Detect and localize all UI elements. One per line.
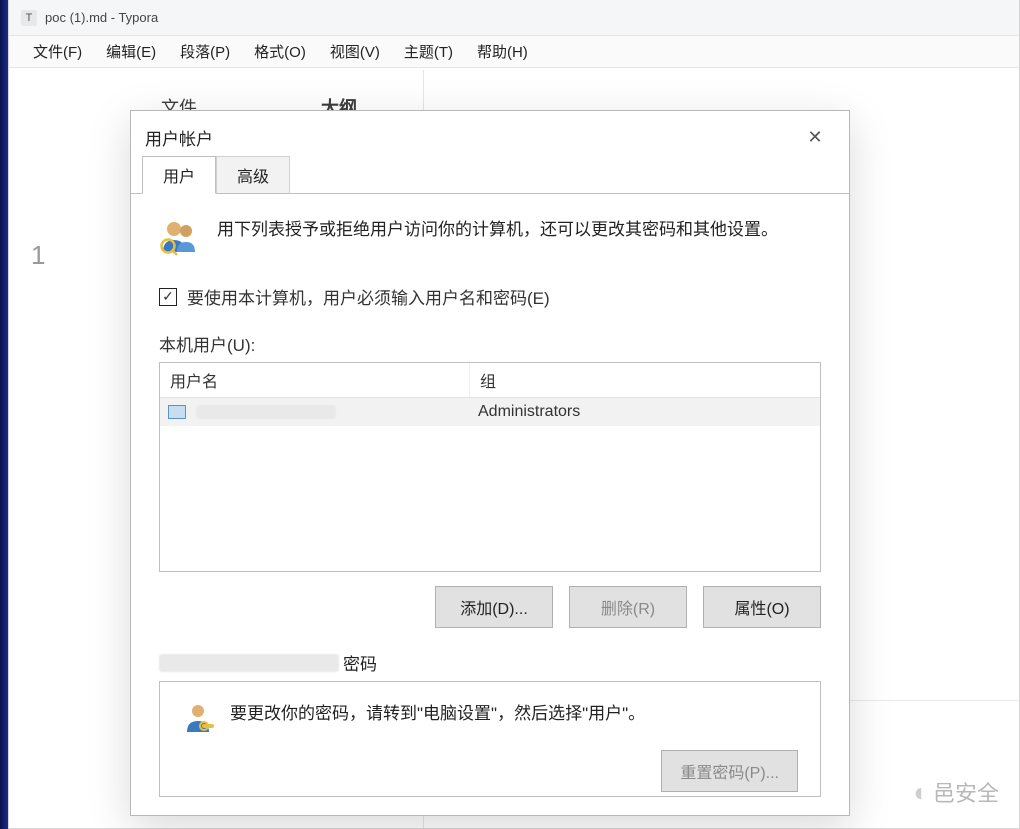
watermark-label: 邑安全: [933, 776, 999, 808]
close-icon[interactable]: ✕: [795, 123, 835, 151]
require-login-label: 要使用本计算机，用户必须输入用户名和密码(E): [187, 284, 550, 309]
table-row[interactable]: Administrators: [160, 398, 820, 426]
add-button[interactable]: 添加(D)...: [435, 586, 553, 628]
checkbox-icon[interactable]: ✓: [159, 288, 177, 306]
password-section-label: 密码: [159, 650, 821, 675]
row-group: Administrators: [470, 403, 820, 421]
user-accounts-dialog: 用户帐户 ✕ 用户 高级 用下列表授予或拒绝用户访问你的计算机，还可以更改其密码…: [130, 110, 850, 816]
users-list[interactable]: 用户名 组 Administrators: [159, 362, 821, 572]
app-icon: T: [21, 10, 37, 26]
line-number: 1: [31, 240, 45, 271]
dialog-titlebar: 用户帐户 ✕: [131, 111, 849, 155]
col-group[interactable]: 组: [470, 363, 820, 397]
username-redacted-pwd: [159, 654, 339, 672]
user-key-icon: [182, 702, 216, 736]
menu-view[interactable]: 视图(V): [318, 37, 392, 66]
menu-help[interactable]: 帮助(H): [465, 37, 540, 66]
wechat-icon: ◐: [913, 777, 929, 808]
users-list-label: 本机用户(U):: [159, 331, 821, 356]
reset-password-button[interactable]: 重置密码(P)...: [661, 750, 798, 792]
username-redacted: [196, 405, 336, 419]
password-description: 要更改你的密码，请转到"电脑设置"，然后选择"用户"。: [230, 700, 645, 727]
dialog-tabs: 用户 高级: [131, 155, 849, 194]
dialog-description: 用下列表授予或拒绝用户访问你的计算机，还可以更改其密码和其他设置。: [217, 216, 778, 245]
users-list-header: 用户名 组: [160, 363, 820, 398]
remove-button[interactable]: 删除(R): [569, 586, 687, 628]
watermark: ◐ 邑安全: [913, 776, 999, 808]
menu-theme[interactable]: 主题(T): [392, 37, 465, 66]
users-icon: [159, 216, 199, 256]
tab-users[interactable]: 用户: [142, 156, 216, 194]
col-username[interactable]: 用户名: [160, 363, 470, 397]
menu-format[interactable]: 格式(O): [242, 37, 318, 66]
properties-button[interactable]: 属性(O): [703, 586, 821, 628]
dialog-title: 用户帐户: [145, 125, 213, 150]
menu-file[interactable]: 文件(F): [21, 37, 94, 66]
menu-para[interactable]: 段落(P): [168, 37, 242, 66]
menu-edit[interactable]: 编辑(E): [94, 37, 168, 66]
app-title: poc (1).md - Typora: [45, 10, 158, 25]
password-suffix: 密码: [343, 650, 377, 675]
require-login-checkbox-row[interactable]: ✓ 要使用本计算机，用户必须输入用户名和密码(E): [159, 284, 821, 309]
tab-advanced[interactable]: 高级: [216, 156, 290, 194]
app-titlebar: T poc (1).md - Typora: [9, 0, 1019, 36]
user-icon: [168, 405, 186, 419]
menu-bar: 文件(F) 编辑(E) 段落(P) 格式(O) 视图(V) 主题(T) 帮助(H…: [9, 36, 1019, 68]
